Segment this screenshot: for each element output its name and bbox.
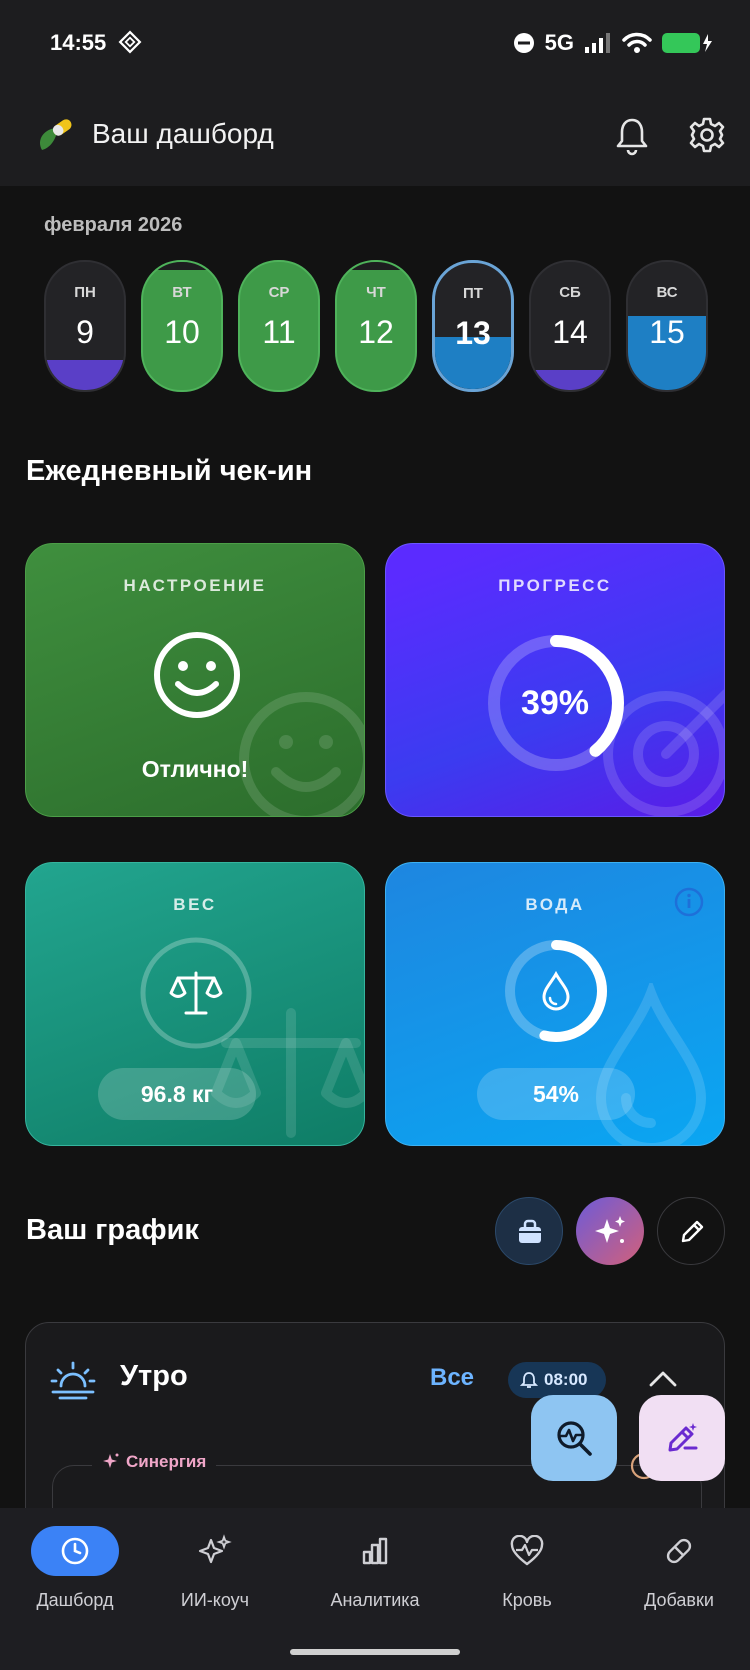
pill-icon xyxy=(666,1538,692,1564)
do-not-disturb-icon xyxy=(513,33,534,53)
day-number: 11 xyxy=(262,314,296,350)
chevron-up-icon[interactable] xyxy=(648,1368,678,1388)
ai-generate-button[interactable] xyxy=(576,1197,644,1265)
nav-label: Дашборд xyxy=(36,1590,114,1610)
shop-button[interactable] xyxy=(495,1197,563,1265)
weight-card[interactable]: ВЕС 96.8 кг xyxy=(25,862,365,1146)
day-monday[interactable]: ПН 9 xyxy=(44,260,126,392)
morning-alarm-pill[interactable]: 08:00 xyxy=(508,1362,606,1398)
day-thursday[interactable]: ЧТ 12 xyxy=(335,260,417,392)
home-indicator xyxy=(290,1649,460,1655)
settings-gear-icon[interactable] xyxy=(688,116,726,154)
app-header: Ваш дашборд xyxy=(0,90,750,186)
nav-blood-pill xyxy=(483,1526,571,1576)
nav-supplements-pill xyxy=(635,1526,723,1576)
weight-value: 96.8 кг xyxy=(98,1068,256,1120)
checkin-title: Ежедневный чек-ин xyxy=(26,455,313,487)
day-name: ЧТ xyxy=(366,284,386,301)
synergy-label-text: Синергия xyxy=(126,1452,207,1471)
water-drop-icon xyxy=(542,971,570,1011)
alarm-bell-icon xyxy=(520,1372,538,1388)
progress-value: 39% xyxy=(520,684,590,722)
day-name: ПТ xyxy=(463,285,483,302)
nav-dashboard[interactable]: Дашборд xyxy=(0,1508,150,1628)
mood-label: НАСТРОЕНИЕ xyxy=(123,576,267,595)
nav-analytics-pill xyxy=(331,1526,419,1576)
smiley-watermark-icon xyxy=(239,692,364,816)
morning-alarm-time: 08:00 xyxy=(544,1370,588,1389)
day-name: СБ xyxy=(559,284,581,301)
day-number: 12 xyxy=(358,314,394,350)
clock-icon xyxy=(61,1537,89,1565)
edit-schedule-button[interactable] xyxy=(657,1197,725,1265)
day-name: ПН xyxy=(74,284,96,301)
signal-icon xyxy=(585,33,610,53)
info-icon[interactable] xyxy=(674,887,704,917)
mood-card[interactable]: НАСТРОЕНИЕ Отлично! xyxy=(25,543,365,817)
water-value: 54% xyxy=(477,1068,635,1120)
bottom-navigation: Дашборд ИИ-коуч Аналитика Кровь Добавки xyxy=(0,1508,750,1670)
sunrise-icon xyxy=(50,1361,96,1400)
week-strip: ПН 9 ВТ 10 СР 11 ЧТ 12 ПТ 13 СБ 14 ВС 15 xyxy=(44,260,708,394)
morning-all-link[interactable]: Все xyxy=(430,1364,474,1392)
progress-label: ПРОГРЕСС xyxy=(498,576,612,595)
schedule-title: Ваш график xyxy=(26,1214,199,1246)
nav-supplements[interactable]: Добавки xyxy=(604,1508,750,1628)
network-type: 5G xyxy=(544,30,574,55)
shopping-bag-icon xyxy=(519,1219,541,1243)
page-title: Ваш дашборд xyxy=(92,118,274,149)
nav-label: Добавки xyxy=(644,1590,714,1610)
status-bar: 14:55 5G xyxy=(0,0,750,90)
magic-pencil-icon xyxy=(668,1423,698,1452)
nav-analytics[interactable]: Аналитика xyxy=(300,1508,450,1628)
nav-blood[interactable]: Кровь xyxy=(452,1508,602,1628)
nav-ai-coach-pill xyxy=(171,1526,259,1576)
smiley-face-icon xyxy=(154,632,240,718)
day-sunday[interactable]: ВС 15 xyxy=(626,260,708,392)
progress-card[interactable]: ПРОГРЕСС 39% xyxy=(385,543,725,817)
nav-label: Кровь xyxy=(502,1590,552,1610)
day-number: 13 xyxy=(455,315,491,351)
day-name: СР xyxy=(268,284,290,301)
day-friday-selected[interactable]: ПТ 13 xyxy=(432,260,514,392)
analyze-fab[interactable] xyxy=(531,1395,617,1481)
search-pulse-icon xyxy=(557,1421,592,1456)
synergy-sparkle-icon xyxy=(103,1453,119,1468)
day-number: 15 xyxy=(649,314,685,350)
heart-pulse-icon xyxy=(510,1535,544,1566)
sparkles-icon xyxy=(595,1216,625,1243)
nav-ai-coach[interactable]: ИИ-коуч xyxy=(140,1508,290,1628)
synergy-label: Синергия xyxy=(92,1452,217,1472)
status-indicators: 5G xyxy=(513,28,712,58)
water-card[interactable]: ВОДА 54% xyxy=(385,862,725,1146)
day-name: ВС xyxy=(656,284,678,301)
month-label: февраля 2026 xyxy=(44,214,183,236)
scale-icon xyxy=(140,937,252,1049)
bar-chart-icon xyxy=(362,1537,388,1565)
day-wednesday[interactable]: СР 11 xyxy=(238,260,320,392)
morning-title: Утро xyxy=(120,1360,188,1392)
pencil-icon xyxy=(681,1220,704,1243)
vpn-icon xyxy=(118,30,142,54)
status-time: 14:55 xyxy=(50,30,107,55)
battery-icon xyxy=(662,33,712,53)
weight-label: ВЕС xyxy=(173,895,217,914)
day-name: ВТ xyxy=(172,284,192,301)
sparkles-nav-icon xyxy=(198,1534,232,1564)
wifi-icon xyxy=(622,32,652,53)
edit-note-fab[interactable] xyxy=(639,1395,725,1481)
day-saturday[interactable]: СБ 14 xyxy=(529,260,611,392)
mood-value: Отлично! xyxy=(141,756,249,782)
day-tuesday[interactable]: ВТ 10 xyxy=(141,260,223,392)
notifications-bell-icon[interactable] xyxy=(614,116,650,156)
nav-label: Аналитика xyxy=(330,1590,420,1610)
nav-dashboard-pill xyxy=(31,1526,119,1576)
day-number: 14 xyxy=(552,314,588,350)
day-number: 10 xyxy=(164,314,200,350)
nav-label: ИИ-коуч xyxy=(180,1590,250,1610)
pill-logo-icon xyxy=(39,119,72,150)
day-number: 9 xyxy=(76,314,94,350)
